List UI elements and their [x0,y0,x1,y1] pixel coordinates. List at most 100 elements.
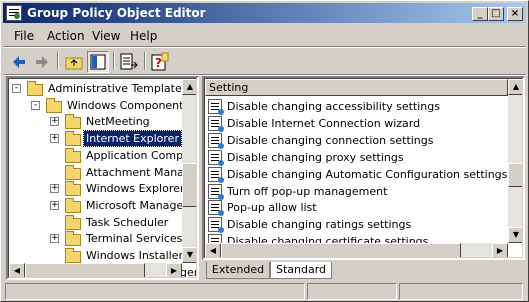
tree-scroll-thumb[interactable] [182,163,196,207]
scroll-up-button[interactable]: ▲ [508,79,522,95]
status-panel-3 [399,283,523,300]
setting-label: Turn off pop-up management [227,184,388,198]
setting-label: Disable Internet Connection wizard [227,116,421,130]
help-icon: ? [151,52,169,71]
window-title: Group Policy Object Editor [27,6,206,20]
back-arrow-icon [13,56,25,68]
show-hide-tree-button[interactable] [87,51,109,73]
expand-icon[interactable]: + [50,134,59,144]
menu-action[interactable]: Action [47,29,85,43]
collapse-icon[interactable]: - [12,84,21,93]
setting-row[interactable]: Turn off pop-up management [208,183,506,200]
tree-item-label: NetMeeting [86,115,150,129]
menu-help[interactable]: Help [130,29,157,43]
policy-setting-icon [208,217,224,234]
tree-item[interactable]: Windows Installer [9,247,183,264]
scroll-down-button[interactable]: ▼ [182,247,196,263]
tree-pane[interactable]: - Administrative Templates - Windows Compon… [6,76,199,280]
menu-file[interactable]: File [14,29,34,43]
title-bar[interactable]: Group Policy Object Editor _ □ × [3,3,526,23]
list-vertical-scrollbar[interactable]: ▲ ▼ [508,79,522,243]
collapse-icon[interactable]: - [31,100,40,110]
export-list-button[interactable] [118,51,140,73]
policy-setting-icon [208,200,224,217]
tree-item[interactable]: + Terminal Services [9,230,182,247]
setting-label: Disable changing connection settings [227,133,434,147]
settings-pane[interactable]: Setting Disable changing accessibility s… [202,76,525,260]
menu-bar: File Action View Help [3,25,526,46]
setting-row[interactable]: Disable changing accessibility settings [208,98,506,115]
help-button[interactable]: ? [149,51,171,73]
list-hscroll-thumb[interactable] [221,243,461,257]
tree-item-label: Internet Explorer [83,130,182,148]
toolbar-separator [144,52,146,70]
scroll-right-button[interactable]: ▶ [166,263,182,277]
tree-item[interactable]: + Windows Explorer [9,180,184,197]
list-scroll-thumb[interactable] [508,163,522,187]
expand-icon[interactable]: + [50,234,59,244]
setting-label: Disable changing Automatic Configuration… [227,167,508,181]
up-one-level-button[interactable] [63,51,85,73]
column-header-setting[interactable]: Setting [205,79,508,96]
folder-icon [65,231,81,247]
main-window: Group Policy Object Editor _ □ × File Ac… [0,0,529,302]
list-horizontal-scrollbar[interactable]: ◀ ▶ [205,243,508,257]
svg-text:?: ? [155,56,162,70]
folder-icon [65,114,81,130]
tree-item[interactable]: + NetMeeting [9,113,182,130]
policy-setting-icon [208,149,224,166]
back-button[interactable] [8,51,30,73]
tree-item-label: Terminal Services [86,232,183,246]
toolbar-separator [113,52,115,70]
policy-setting-icon [208,99,224,115]
setting-row[interactable]: Disable changing ratings settings [208,216,506,234]
tree-item-label: Administrative Templates [48,82,188,95]
maximize-button[interactable]: □ [488,7,504,21]
policy-setting-icon [208,183,224,200]
tree-item[interactable]: - Administrative Templates [9,80,188,97]
show-hide-tree-icon [90,54,106,70]
setting-label: Disable changing accessibility settings [227,100,440,113]
folder-icon [65,147,81,163]
status-panel-2 [307,283,397,300]
scroll-down-button[interactable]: ▼ [508,227,522,243]
tree-item-label: Application Compatib [86,148,197,162]
tree-item[interactable]: + Microsoft Manageme [9,197,196,214]
tree-item-label: Windows Explorer [86,182,185,196]
tree-item[interactable]: - Windows Components [9,97,189,114]
setting-row[interactable]: Pop-up allow list [208,199,506,217]
menu-view[interactable]: View [92,29,120,43]
scroll-left-button[interactable]: ◀ [205,243,221,257]
scroll-up-button[interactable]: ▲ [182,79,196,95]
forward-arrow-icon [36,56,48,68]
tree-hscroll-thumb[interactable] [25,263,145,277]
toolbar: ? [3,48,526,74]
tree-item-label: Task Scheduler [86,215,169,229]
tree-vertical-scrollbar[interactable]: ▲ ▼ [182,79,196,263]
setting-row[interactable]: Disable changing Automatic Configuration… [208,166,508,183]
expand-icon[interactable]: + [50,200,59,210]
tree-item-label: Attachment Manager [86,165,197,179]
tab-extended[interactable]: Extended [206,262,270,279]
setting-label: Disable changing proxy settings [227,150,404,164]
close-button[interactable]: × [507,7,523,21]
scroll-right-button[interactable]: ▶ [492,243,508,257]
tab-standard[interactable]: Standard [270,262,332,279]
forward-button[interactable] [31,51,53,73]
tree-item[interactable]: Attachment Manager [9,164,196,181]
folder-icon [65,197,81,213]
tree-item-label: Windows Components [67,98,190,112]
tree-horizontal-scrollbar[interactable]: ◀ ▶ [9,263,182,277]
expand-icon[interactable]: + [50,184,59,194]
setting-row[interactable]: Disable changing connection settings [208,132,506,149]
expand-icon[interactable]: + [50,117,59,127]
scroll-left-button[interactable]: ◀ [9,263,25,277]
tree-item[interactable]: Application Compatib [9,147,196,164]
setting-row[interactable]: Disable changing proxy settings [208,149,506,166]
policy-setting-icon [208,115,224,132]
tree-item[interactable]: Task Scheduler [9,214,182,231]
minimize-button[interactable]: _ [472,7,488,21]
setting-row[interactable]: Disable Internet Connection wizard [208,115,506,132]
tree-item[interactable]: + Internet Explorer [9,130,182,148]
setting-label: Disable changing ratings settings [227,218,412,232]
